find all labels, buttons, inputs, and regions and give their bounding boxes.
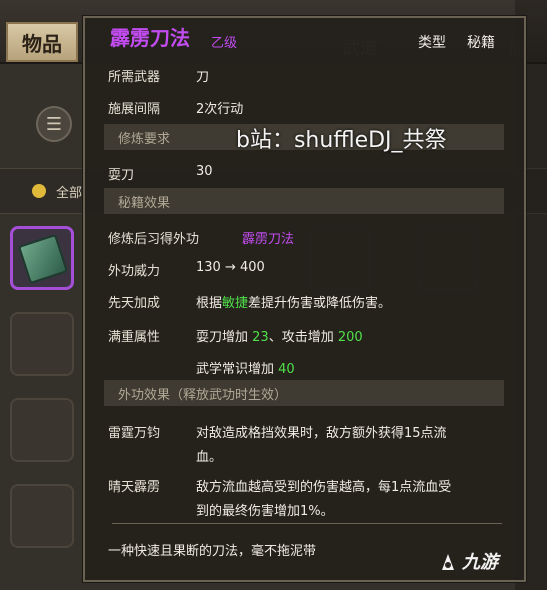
inventory-slot[interactable] — [10, 484, 74, 548]
power-value: 130 → 400 — [196, 260, 265, 275]
power-from: 130 — [196, 260, 221, 275]
full-attr-3-text: 武学常识增加 — [196, 362, 275, 377]
full-attr-3-num: 40 — [278, 362, 295, 377]
full-attr-1-num: 23 — [252, 330, 269, 345]
requirement-label: 耍刀 — [108, 168, 135, 183]
full-attr-label: 满重属性 — [108, 330, 161, 345]
effect1-line1: 对敌造成格挡效果时，敌方额外获得15点流 — [196, 426, 447, 441]
item-grade: 乙级 — [211, 36, 238, 51]
sort-icon: ☰ — [45, 113, 63, 135]
item-description: 一种快速且果断的刀法，毫不拖泥带 — [108, 544, 317, 559]
effect2-label: 晴天霹雳 — [108, 480, 161, 495]
inventory-slot-selected[interactable] — [10, 226, 74, 290]
book-icon — [17, 233, 69, 285]
full-attr-2-num: 200 — [337, 330, 363, 345]
divider — [112, 523, 502, 524]
effect1-line2: 血。 — [196, 450, 223, 465]
power-to: 400 — [240, 260, 265, 275]
site-logo: 九游 — [462, 552, 498, 573]
effect-section-title: 秘籍效果 — [118, 196, 171, 211]
watermark: b站：shuffleDJ_共祭 — [236, 128, 447, 153]
interval-value: 2次行动 — [196, 102, 244, 117]
full-attr-1-text: 耍刀增加 — [196, 330, 249, 345]
weapon-value: 刀 — [196, 70, 210, 85]
tab-items[interactable]: 物品 — [6, 22, 78, 62]
power-label: 外功威力 — [108, 264, 161, 279]
full-attr-sep: 、攻击增加 — [268, 330, 334, 345]
inventory-slot[interactable] — [10, 312, 74, 376]
learn-value: 霹雳刀法 — [242, 232, 295, 247]
innate-post: 差提升伤害或降低伤害。 — [248, 296, 392, 311]
arrow-icon: → — [224, 260, 236, 275]
sort-button[interactable]: ☰ — [36, 106, 72, 142]
interval-label: 施展间隔 — [108, 102, 161, 117]
filter-all-label: 全部 — [56, 186, 83, 201]
item-type-label: 类型 — [418, 35, 446, 51]
innate-pre: 根据 — [196, 296, 223, 311]
effect2-line1: 敌方流血越高受到的伤害越高，每1点流血受 — [196, 480, 452, 495]
requirement-value: 30 — [196, 164, 213, 179]
filter-all-radio[interactable] — [32, 184, 46, 198]
item-type-value: 秘籍 — [467, 35, 495, 51]
learn-label: 修炼后习得外功 — [108, 232, 200, 247]
external-effect-title: 外功效果（释放武功时生效） — [118, 388, 288, 403]
full-attr-line2: 武学常识增加 40 — [196, 358, 295, 377]
innate-highlight: 敏捷 — [222, 296, 249, 311]
item-title: 霹雳刀法 — [110, 26, 190, 50]
full-attr-line1: 耍刀增加 23、攻击增加 200 — [196, 326, 363, 345]
inventory-slot[interactable] — [10, 398, 74, 462]
innate-label: 先天加成 — [108, 296, 161, 311]
effect2-line2: 到的最终伤害增加1%。 — [196, 504, 334, 519]
requirement-section-title: 修炼要求 — [118, 132, 171, 147]
effect1-label: 雷霆万钧 — [108, 426, 161, 441]
weapon-label: 所需武器 — [108, 70, 161, 85]
jiuyou-logo-icon — [442, 554, 454, 570]
innate-value: 根据敏捷差提升伤害或降低伤害。 — [196, 292, 391, 311]
